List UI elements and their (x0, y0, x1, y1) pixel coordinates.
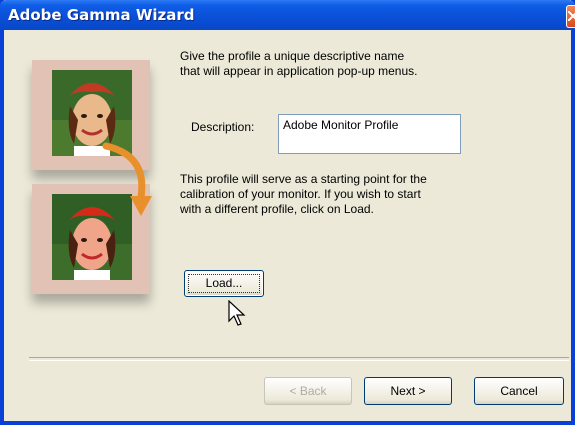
cancel-button[interactable]: Cancel (474, 377, 564, 405)
window-title: Adobe Gamma Wizard (8, 6, 195, 24)
footer-divider (29, 357, 569, 361)
close-button[interactable] (566, 5, 575, 28)
next-button[interactable]: Next > (364, 377, 452, 405)
intro-line-1: Give the profile a unique descriptive na… (180, 49, 405, 63)
info-line-2: calibration of your monitor. If you wish… (180, 187, 421, 201)
description-input[interactable]: Adobe Monitor Profile (278, 114, 461, 154)
info-line-1: This profile will serve as a starting po… (180, 172, 427, 186)
title-bar[interactable]: Adobe Gamma Wizard (0, 0, 575, 30)
close-icon (568, 11, 575, 21)
profile-illustration (20, 44, 160, 306)
back-button[interactable]: < Back (264, 377, 352, 405)
description-label: Description: (191, 120, 255, 134)
intro-line-2: that will appear in application pop-up m… (180, 64, 418, 78)
load-button[interactable]: Load... (184, 270, 264, 297)
curved-arrow-icon (102, 142, 152, 216)
info-line-3: with a different profile, click on Load. (180, 202, 374, 216)
wizard-window: Adobe Gamma Wizard Give the profile a un… (0, 0, 575, 425)
mouse-cursor-icon (228, 300, 246, 326)
